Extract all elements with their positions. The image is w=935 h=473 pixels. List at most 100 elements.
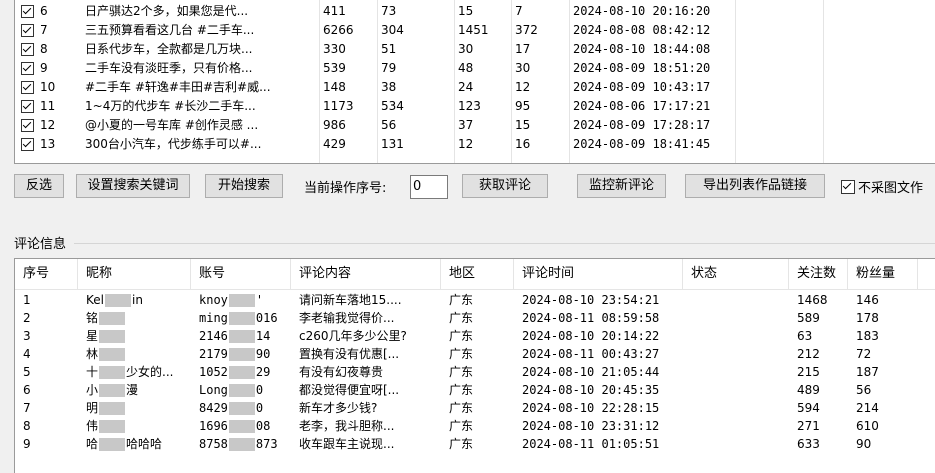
col-header-nickname[interactable]: 昵称 <box>78 259 191 289</box>
row-checkbox[interactable] <box>21 100 34 113</box>
comments-table-header: 序号 昵称 账号 评论内容 地区 评论时间 状态 关注数 粉丝量 <box>15 259 935 290</box>
text-part: 广东 <box>449 437 474 451</box>
row-cell-title: 日产骐达2个多，如果您是代... <box>85 4 249 18</box>
redaction-mask <box>228 420 255 433</box>
row-cell-c4: 30 <box>515 61 531 75</box>
text-part: 有没有幻夜尊贵 <box>299 365 384 379</box>
text-part: 2024-08-10 23:54:21 <box>522 293 660 307</box>
row-checkbox[interactable] <box>21 62 34 75</box>
comment-time: 2024-08-11 00:43:27 <box>522 345 682 363</box>
text-part: 0 <box>255 383 264 397</box>
export-links-button[interactable]: 导出列表作品链接 <box>685 174 825 198</box>
redaction-mask <box>99 402 126 415</box>
text-part: 林 <box>86 347 99 361</box>
row-number: 8 <box>40 42 48 56</box>
col-header-region[interactable]: 地区 <box>441 259 514 289</box>
table-row[interactable]: 10 #二手车 #轩逸#丰田#吉利#威... 148 38 24 12 2024-08-09… <box>15 78 935 97</box>
comment-row[interactable]: 9 哈哈哈哈 8758 873 收车跟车主说现... 广东 2024-08-11 01:05… <box>15 435 935 453</box>
table-row[interactable]: 9 二手车没有淡旺季，只有价格... 539 79 48 30 2024-08-09 18:… <box>15 59 935 78</box>
comment-row[interactable]: 5 十 少女的... 1052 29 有没有幻夜尊贵 广东 2024-08-10 21:05:… <box>15 363 935 381</box>
row-cell-c2: 51 <box>381 42 397 56</box>
text-part: 广东 <box>449 311 474 325</box>
comment-status <box>691 345 781 363</box>
comment-time: 2024-08-11 01:05:51 <box>522 435 682 453</box>
redaction-mask <box>228 348 255 361</box>
no-image-checkbox[interactable] <box>841 180 855 194</box>
row-cell-c3: 12 <box>458 137 474 151</box>
comment-fans: 183 <box>856 327 916 345</box>
comment-row[interactable]: 8 伟 1696 08 老李，我斗胆称... 广东 2024-08-10 23:31:12 2… <box>15 417 935 435</box>
table-row[interactable]: 12 @小夏的一号车库 #创作灵感 ... 986 56 37 15 2024-08-09 … <box>15 116 935 135</box>
comment-index: 6 <box>23 381 73 399</box>
comment-fans: 214 <box>856 399 916 417</box>
row-checkbox[interactable] <box>21 24 34 37</box>
text-part: 2024-08-11 08:59:58 <box>522 311 660 325</box>
row-checkbox[interactable] <box>21 81 34 94</box>
row-cell-c3: 37 <box>458 118 474 132</box>
set-keyword-button[interactable]: 设置搜索关键词 <box>76 174 190 198</box>
comment-row[interactable]: 6 小漫 Long 0 都没觉得便宜呀[... 广东 2024-08-10 20:45:35… <box>15 381 935 399</box>
comment-account: Long 0 <box>199 381 291 399</box>
row-number: 7 <box>40 23 48 37</box>
comment-time: 2024-08-10 21:05:44 <box>522 363 682 381</box>
col-header-fans[interactable]: 粉丝量 <box>848 259 918 289</box>
current-index-input[interactable]: 0 <box>410 175 448 199</box>
monitor-new-comments-button[interactable]: 监控新评论 <box>577 174 666 198</box>
text-part: Long <box>199 383 228 397</box>
table-row[interactable]: 13 300台小汽车，代步练手可以#... 429 131 12 16 2024-08-09… <box>15 135 935 154</box>
comment-row[interactable]: 4 林 2179 90 置换有没有优惠[... 广东 2024-08-11 00:43:27… <box>15 345 935 363</box>
text-part: 215 <box>797 365 820 379</box>
text-part: 哈哈哈 <box>126 437 163 451</box>
comment-follow: 215 <box>797 363 847 381</box>
table-row[interactable]: 11 1~4万的代步车 #长沙二手车... 1173 534 123 95 2024-08-… <box>15 97 935 116</box>
text-part: 873 <box>255 437 278 451</box>
col-header-account[interactable]: 账号 <box>191 259 291 289</box>
row-checkbox[interactable] <box>21 138 34 151</box>
col-header-content[interactable]: 评论内容 <box>291 259 441 289</box>
comment-follow: 212 <box>797 345 847 363</box>
col-header-time[interactable]: 评论时间 <box>514 259 683 289</box>
text-part: 新车才多少钱? <box>299 401 378 415</box>
get-comments-button[interactable]: 获取评论 <box>462 174 548 198</box>
works-table[interactable]: 6 日产骐达2个多，如果您是代... 411 73 15 7 2024-08-10 20:1… <box>14 0 935 164</box>
comment-row[interactable]: 1 Kel in knoy ' 请问新车落地15.... 广东 2024-08-10 23:5… <box>15 291 935 309</box>
text-part: 633 <box>797 437 820 451</box>
text-part: 214 <box>856 401 879 415</box>
row-cell-title: @小夏的一号车库 #创作灵感 ... <box>85 118 259 132</box>
current-index-label: 当前操作序号: <box>304 181 387 196</box>
comments-table[interactable]: 序号 昵称 账号 评论内容 地区 评论时间 状态 关注数 粉丝量 1 Kel in k… <box>14 258 935 473</box>
redaction-mask <box>228 384 255 397</box>
comment-nickname: Kel in <box>86 291 194 309</box>
col-header-status[interactable]: 状态 <box>683 259 789 289</box>
text-part: 6 <box>23 383 31 397</box>
row-checkbox[interactable] <box>21 5 34 18</box>
text-part: 4 <box>23 347 31 361</box>
text-part: 广东 <box>449 347 474 361</box>
row-cell-c1: 411 <box>323 4 346 18</box>
start-search-button[interactable]: 开始搜索 <box>205 174 283 198</box>
row-cell-c4: 372 <box>515 23 538 37</box>
text-part: 9 <box>23 437 31 451</box>
comment-index: 2 <box>23 309 73 327</box>
table-row[interactable]: 8 日系代步车，全款都是几万块... 330 51 30 17 2024-08-10 18:… <box>15 40 935 59</box>
row-cell-c2: 79 <box>381 61 397 75</box>
row-checkbox[interactable] <box>21 43 34 56</box>
text-part: 489 <box>797 383 820 397</box>
comment-row[interactable]: 7 明 8429 0 新车才多少钱? 广东 2024-08-10 22:28:15 594 21… <box>15 399 935 417</box>
col-header-index[interactable]: 序号 <box>15 259 78 289</box>
row-checkbox[interactable] <box>21 119 34 132</box>
text-part: 2024-08-10 20:45:35 <box>522 383 660 397</box>
text-part: 90 <box>856 437 872 451</box>
redaction-mask <box>99 330 126 343</box>
table-row[interactable]: 7 三五预算看看这几台 #二手车... 6266 304 1451 372 2024-08-… <box>15 21 935 40</box>
text-part: 8758 <box>199 437 228 451</box>
col-header-follow[interactable]: 关注数 <box>789 259 848 289</box>
comment-row[interactable]: 3 星 2146 14 c260几年多少公里? 广东 2024-08-10 20:14:22… <box>15 327 935 345</box>
text-part: 置换有没有优惠[... <box>299 347 400 361</box>
row-cell-time: 2024-08-08 08:42:12 <box>573 23 711 37</box>
table-row[interactable]: 6 日产骐达2个多，如果您是代... 411 73 15 7 2024-08-10 20:1… <box>15 2 935 21</box>
redaction-mask <box>99 420 126 433</box>
text-part: 589 <box>797 311 820 325</box>
comment-row[interactable]: 2 铭 ming 016 李老输我觉得价... 广东 2024-08-11 08:59:58… <box>15 309 935 327</box>
invert-selection-button[interactable]: 反选 <box>14 174 64 198</box>
